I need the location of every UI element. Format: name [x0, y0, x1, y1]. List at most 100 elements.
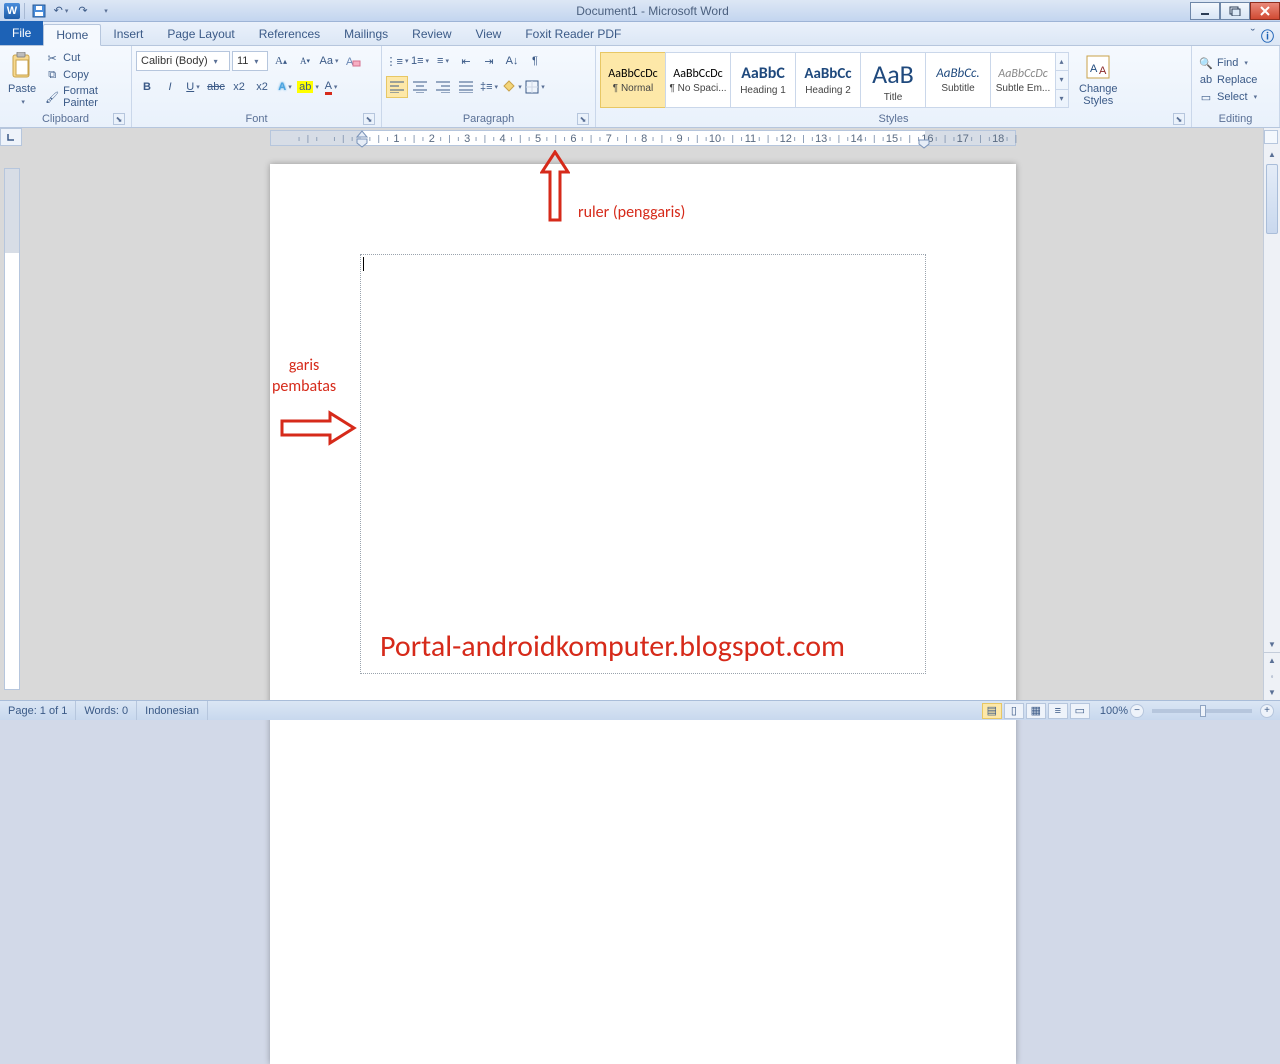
tab-selector[interactable] — [0, 128, 22, 146]
outline-view-icon[interactable]: ≡ — [1048, 703, 1068, 719]
styles-gallery-more[interactable]: ▴▾▾ — [1055, 52, 1069, 108]
browse-object-icon[interactable]: ◦ — [1264, 668, 1280, 684]
status-page[interactable]: Page: 1 of 1 — [0, 701, 76, 720]
zoom-level[interactable]: 100% — [1100, 705, 1128, 717]
change-case-icon[interactable]: Aa▾ — [318, 50, 340, 72]
align-right-icon[interactable] — [432, 76, 454, 98]
vertical-scrollbar[interactable]: ▲ ▼ ▲ ◦ ▼ — [1263, 128, 1280, 700]
underline-icon[interactable]: U▾ — [182, 76, 204, 98]
select-button[interactable]: ▭Select▾ — [1196, 89, 1260, 105]
draft-view-icon[interactable]: ▭ — [1070, 703, 1090, 719]
bold-icon[interactable]: B — [136, 76, 158, 98]
style-title[interactable]: AaBTitle — [860, 52, 926, 108]
font-name-combo[interactable]: Calibri (Body)▾ — [136, 51, 230, 71]
references-tab[interactable]: References — [247, 23, 332, 45]
qat-customize-icon[interactable]: ▾ — [95, 2, 115, 20]
text-effects-icon[interactable]: A▾ — [274, 76, 296, 98]
decrease-indent-icon[interactable]: ⇤ — [455, 50, 477, 72]
cut-button[interactable]: ✂Cut — [42, 50, 127, 66]
font-size-combo[interactable]: 11▾ — [232, 51, 268, 71]
align-left-icon[interactable] — [386, 76, 408, 98]
indent-marker-icon[interactable] — [356, 130, 368, 148]
ribbon-minimize-icon[interactable]: ˇ — [1251, 26, 1255, 45]
paste-label: Paste — [8, 83, 36, 95]
help-icon[interactable]: ⓘ — [1261, 26, 1274, 45]
right-indent-marker-icon[interactable] — [918, 139, 930, 149]
svg-text:A: A — [1099, 65, 1107, 77]
style-no-spacing[interactable]: AaBbCcDc¶ No Spaci... — [665, 52, 731, 108]
style-subtle-em[interactable]: AaBbCcDcSubtle Em... — [990, 52, 1056, 108]
borders-icon[interactable]: ▾ — [524, 76, 546, 98]
find-button[interactable]: 🔍Find▾ — [1196, 55, 1260, 71]
format-painter-button[interactable]: 🖌Format Painter — [42, 84, 127, 110]
sort-icon[interactable]: A↓ — [501, 50, 523, 72]
document-page[interactable] — [270, 164, 1016, 1064]
status-words[interactable]: Words: 0 — [76, 701, 137, 720]
undo-icon[interactable]: ↶▾ — [51, 2, 71, 20]
style-normal[interactable]: AaBbCcDc¶ Normal — [600, 52, 666, 108]
line-spacing-icon[interactable]: ‡≡▾ — [478, 76, 500, 98]
fullscreen-view-icon[interactable]: ▯ — [1004, 703, 1024, 719]
zoom-out-button[interactable]: − — [1130, 704, 1144, 718]
prev-page-icon[interactable]: ▲ — [1264, 652, 1280, 668]
scroll-up-icon[interactable]: ▲ — [1264, 146, 1280, 162]
word-icon[interactable]: W — [4, 3, 20, 19]
clear-formatting-icon[interactable]: A — [342, 50, 364, 72]
paragraph-launcher-icon[interactable]: ⬊ — [577, 113, 589, 125]
zoom-slider-knob[interactable] — [1200, 705, 1206, 717]
superscript-icon[interactable]: x2 — [251, 76, 273, 98]
maximize-button[interactable] — [1220, 2, 1250, 20]
insert-tab[interactable]: Insert — [101, 23, 155, 45]
shrink-font-icon[interactable]: A▾ — [294, 50, 316, 72]
styles-gallery[interactable]: AaBbCcDc¶ Normal AaBbCcDc¶ No Spaci... A… — [600, 52, 1069, 108]
align-center-icon[interactable] — [409, 76, 431, 98]
next-page-icon[interactable]: ▼ — [1264, 684, 1280, 700]
scroll-down-icon[interactable]: ▼ — [1264, 636, 1280, 652]
paste-button[interactable]: Paste▾ — [4, 51, 40, 109]
show-marks-icon[interactable]: ¶ — [524, 50, 546, 72]
style-heading2[interactable]: AaBbCcHeading 2 — [795, 52, 861, 108]
file-tab[interactable]: File — [0, 21, 43, 45]
subscript-icon[interactable]: x2 — [228, 76, 250, 98]
zoom-slider[interactable] — [1152, 709, 1252, 713]
shading-icon[interactable]: ▾ — [501, 76, 523, 98]
clipboard-launcher-icon[interactable]: ⬊ — [113, 113, 125, 125]
copy-button[interactable]: ⧉Copy — [42, 67, 127, 83]
multilevel-icon[interactable]: ≡▾ — [432, 50, 454, 72]
numbering-icon[interactable]: 1≡▾ — [409, 50, 431, 72]
highlight-icon[interactable]: ab▾ — [297, 76, 319, 98]
arrow-up-annotation-icon — [540, 150, 570, 230]
change-styles-button[interactable]: AA Change Styles — [1075, 51, 1122, 109]
scroll-thumb[interactable] — [1266, 164, 1278, 234]
window-controls — [1190, 2, 1280, 20]
zoom-in-button[interactable]: + — [1260, 704, 1274, 718]
page-layout-tab[interactable]: Page Layout — [155, 23, 246, 45]
view-tab[interactable]: View — [464, 23, 514, 45]
minimize-button[interactable] — [1190, 2, 1220, 20]
review-tab[interactable]: Review — [400, 23, 463, 45]
strikethrough-icon[interactable]: abc — [205, 76, 227, 98]
justify-icon[interactable] — [455, 76, 477, 98]
grow-font-icon[interactable]: A▴ — [270, 50, 292, 72]
home-tab[interactable]: Home — [43, 24, 101, 46]
styles-launcher-icon[interactable]: ⬊ — [1173, 113, 1185, 125]
close-button[interactable] — [1250, 2, 1280, 20]
font-launcher-icon[interactable]: ⬊ — [363, 113, 375, 125]
vertical-ruler[interactable] — [4, 168, 20, 690]
style-heading1[interactable]: AaBbCHeading 1 — [730, 52, 796, 108]
horizontal-ruler[interactable]: 123456789101112131415161718 — [270, 130, 1016, 146]
increase-indent-icon[interactable]: ⇥ — [478, 50, 500, 72]
redo-icon[interactable]: ↷ — [73, 2, 93, 20]
style-subtitle[interactable]: AaBbCc.Subtitle — [925, 52, 991, 108]
mailings-tab[interactable]: Mailings — [332, 23, 400, 45]
web-layout-view-icon[interactable]: ▦ — [1026, 703, 1046, 719]
italic-icon[interactable]: I — [159, 76, 181, 98]
ruler-toggle-icon[interactable] — [1264, 130, 1278, 144]
font-color-icon[interactable]: A▾ — [320, 76, 342, 98]
bullets-icon[interactable]: ⋮≡▾ — [386, 50, 408, 72]
replace-button[interactable]: abReplace — [1196, 72, 1260, 88]
status-language[interactable]: Indonesian — [137, 701, 208, 720]
foxit-tab[interactable]: Foxit Reader PDF — [513, 23, 633, 45]
print-layout-view-icon[interactable]: ▤ — [982, 703, 1002, 719]
save-icon[interactable] — [29, 2, 49, 20]
